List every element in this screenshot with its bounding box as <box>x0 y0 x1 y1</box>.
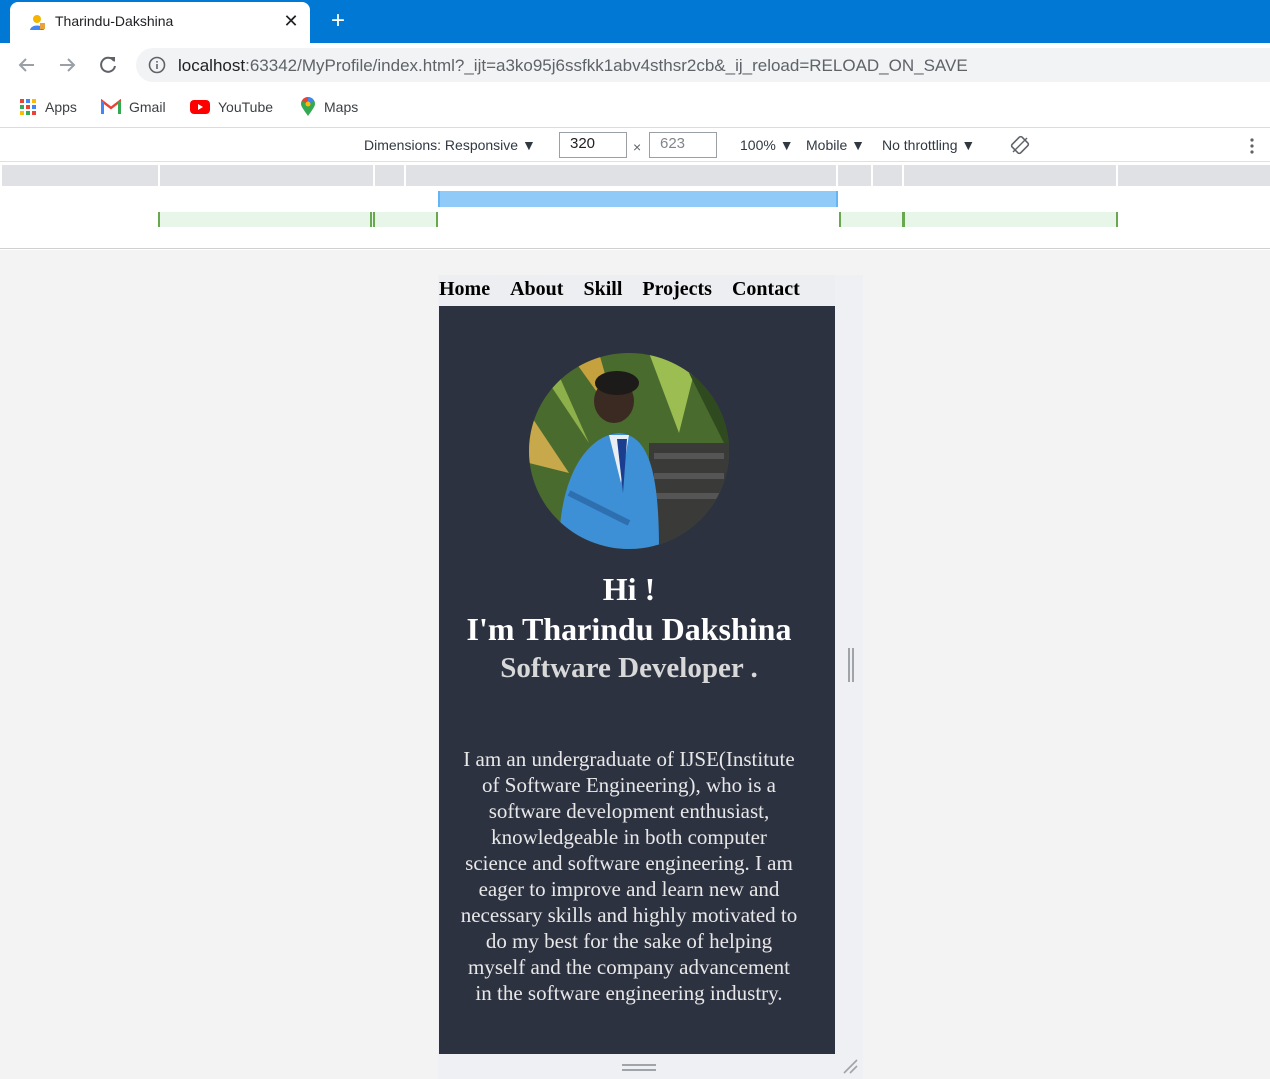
resize-handle-right-icon[interactable] <box>847 648 855 682</box>
url-text: localhost:63342/MyProfile/index.html?_ij… <box>178 56 968 76</box>
times-separator: × <box>633 139 642 155</box>
new-tab-button[interactable]: + <box>324 8 352 36</box>
query-marker <box>370 212 372 227</box>
width-input[interactable]: 320 <box>559 132 627 158</box>
bookmark-label: Apps <box>45 99 77 115</box>
site-nav: Home About Skill Projects Contact <box>439 275 835 306</box>
query-marker <box>436 212 438 227</box>
nav-projects-link[interactable]: Projects <box>642 275 712 306</box>
rotate-icon[interactable] <box>1010 135 1030 155</box>
greeting-name: I'm Tharindu Dakshina <box>466 611 792 647</box>
min-width-query-bar[interactable] <box>839 212 1118 227</box>
nav-contact-link[interactable]: Contact <box>732 275 800 306</box>
forward-arrow-icon[interactable] <box>54 52 80 78</box>
back-arrow-icon[interactable] <box>14 52 40 78</box>
throttling-dropdown[interactable]: No throttling ▼ <box>882 137 975 153</box>
resize-corner-icon[interactable] <box>842 1058 858 1074</box>
more-options-icon[interactable] <box>1246 136 1258 156</box>
url-host: localhost <box>178 56 246 75</box>
greeting-hi: Hi ! <box>602 571 656 607</box>
media-query-bar[interactable] <box>873 165 902 186</box>
close-tab-icon[interactable]: ✕ <box>280 10 302 32</box>
profile-favicon-icon <box>30 15 45 30</box>
media-query-bar[interactable] <box>904 165 1116 186</box>
url-path: :63342/MyProfile/index.html?_ijt=a3ko95j… <box>245 56 968 75</box>
gmail-icon <box>101 99 121 114</box>
max-width-query-bar[interactable] <box>438 191 838 207</box>
nav-home-link[interactable]: Home <box>439 275 490 306</box>
media-query-bar[interactable] <box>406 165 836 186</box>
bookmark-gmail[interactable]: Gmail <box>101 96 166 118</box>
nav-skill-link[interactable]: Skill <box>583 275 622 306</box>
query-marker <box>158 212 160 227</box>
bookmark-youtube[interactable]: YouTube <box>190 96 273 118</box>
query-marker <box>373 212 375 227</box>
resize-handle-bottom-icon[interactable] <box>622 1063 656 1073</box>
media-query-bar[interactable] <box>160 165 373 186</box>
media-query-bar[interactable] <box>1118 165 1270 186</box>
profile-photo <box>529 353 729 549</box>
role-title: Software Developer . <box>500 652 758 684</box>
browser-toolbar: localhost:63342/MyProfile/index.html?_ij… <box>0 43 1270 87</box>
height-input[interactable]: 623 <box>649 132 717 158</box>
reload-icon[interactable] <box>95 52 121 78</box>
bookmark-label: Gmail <box>129 99 166 115</box>
device-toolbar: Dimensions: Responsive ▼ 320 × 623 100% … <box>0 129 1270 162</box>
zoom-dropdown[interactable]: 100% ▼ <box>740 137 794 153</box>
bookmark-maps[interactable]: Maps <box>300 96 358 118</box>
browser-tab[interactable]: Tharindu-Dakshina ✕ <box>10 2 310 43</box>
bookmark-apps[interactable]: Apps <box>19 96 77 118</box>
info-icon[interactable] <box>148 56 166 74</box>
youtube-icon <box>190 100 210 114</box>
address-bar[interactable]: localhost:63342/MyProfile/index.html?_ij… <box>136 48 1270 82</box>
bookmark-label: YouTube <box>218 99 274 115</box>
hero-section: Hi ! I'm Tharindu Dakshina Software Deve… <box>439 306 835 1054</box>
min-width-query-bar[interactable] <box>158 212 438 227</box>
bookmarks-bar: Apps Gmail YouTube Maps <box>0 87 1270 128</box>
bookmark-label: Maps <box>324 99 359 115</box>
tab-title: Tharindu-Dakshina <box>55 13 174 29</box>
media-query-bar[interactable] <box>375 165 404 186</box>
emulated-page: Home About Skill Projects Contact Hi ! I… <box>439 275 835 1054</box>
maps-pin-icon <box>301 97 315 116</box>
media-query-bar[interactable] <box>838 165 871 186</box>
device-type-dropdown[interactable]: Mobile ▼ <box>806 137 865 153</box>
media-query-bar[interactable] <box>2 165 158 186</box>
nav-about-link[interactable]: About <box>510 275 563 306</box>
query-marker <box>839 212 841 227</box>
tab-strip: Tharindu-Dakshina ✕ + <box>0 0 1270 43</box>
query-marker <box>902 212 905 227</box>
apps-grid-icon <box>20 99 36 115</box>
dimensions-dropdown[interactable]: Dimensions: Responsive ▼ <box>364 137 536 153</box>
bio-paragraph: I am an undergraduate of IJSE(Institute … <box>460 747 798 1005</box>
media-query-bars <box>0 163 1270 249</box>
query-marker <box>1116 212 1118 227</box>
